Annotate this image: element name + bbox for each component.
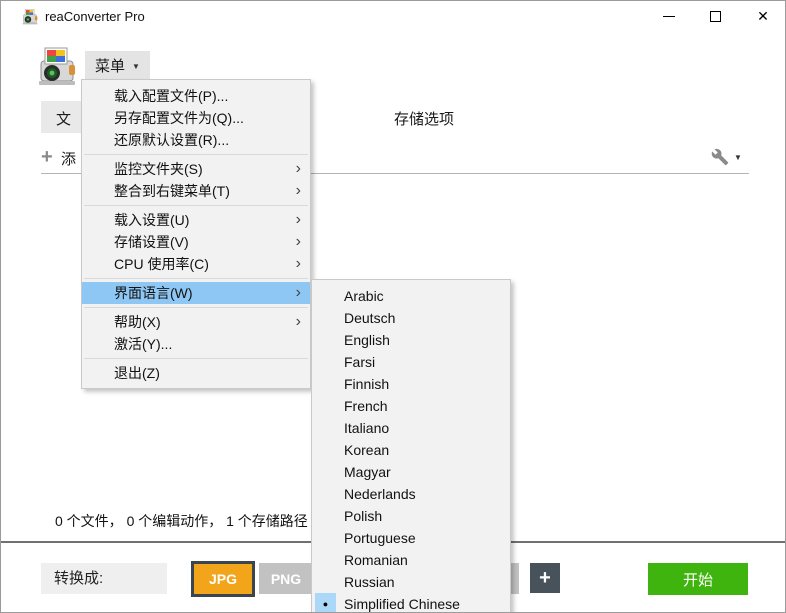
language-item-finnish[interactable]: Finnish [312, 373, 510, 395]
menu-item-save-settings[interactable]: 存储设置(V)› [82, 231, 310, 253]
language-item-english[interactable]: English [312, 329, 510, 351]
menu-button-label: 菜单 [95, 55, 125, 76]
menu-item-load-profile[interactable]: 载入配置文件(P)... [82, 85, 310, 107]
main-menu-dropdown: 载入配置文件(P)... 另存配置文件为(Q)... 还原默认设置(R)... … [81, 79, 311, 389]
app-icon [21, 8, 39, 26]
menu-separator [84, 205, 308, 206]
submenu-arrow-icon: › [296, 311, 301, 332]
titlebar: reaConverter Pro ✕ [1, 1, 785, 33]
tab-storage-options[interactable]: 存储选项 [394, 108, 454, 129]
maximize-button[interactable] [698, 1, 732, 31]
format-button-jpg[interactable]: JPG [191, 561, 255, 597]
maximize-icon [710, 11, 721, 22]
wrench-icon [711, 148, 729, 166]
language-item-korean[interactable]: Korean [312, 439, 510, 461]
start-button[interactable]: 开始 [648, 563, 748, 595]
tab-files-label: 文 [56, 108, 71, 129]
menu-item-exit[interactable]: 退出(Z) [82, 362, 310, 384]
menu-item-interface-language[interactable]: 界面语言(W)› [82, 282, 310, 304]
submenu-arrow-icon: › [296, 253, 301, 274]
language-item-polish[interactable]: Polish [312, 505, 510, 527]
chevron-down-icon: ▼ [132, 60, 140, 71]
menu-item-activate[interactable]: 激活(Y)... [82, 333, 310, 355]
language-item-simplified-chinese[interactable]: ● Simplified Chinese [312, 593, 510, 613]
tab-files[interactable]: 文 [41, 101, 83, 133]
add-files-label[interactable]: 添 [61, 148, 76, 169]
menu-item-load-settings[interactable]: 载入设置(U)› [82, 209, 310, 231]
format-button-png[interactable]: PNG [259, 563, 313, 594]
language-item-portuguese[interactable]: Portuguese [312, 527, 510, 549]
menu-separator [84, 358, 308, 359]
language-item-farsi[interactable]: Farsi [312, 351, 510, 373]
add-files-plus-icon[interactable]: + [41, 147, 53, 167]
language-item-italiano[interactable]: Italiano [312, 417, 510, 439]
add-format-button[interactable]: + [530, 563, 560, 593]
close-icon: ✕ [757, 9, 769, 23]
convert-to-label: 转换成: [41, 563, 167, 594]
window-title: reaConverter Pro [45, 9, 145, 24]
menu-item-cpu-usage[interactable]: CPU 使用率(C)› [82, 253, 310, 275]
app-window: reaConverter Pro ✕ 菜单 ▼ 文 存储选项 + 添 ▼ 0 个… [0, 0, 786, 613]
menu-item-context-menu-integration[interactable]: 整合到右键菜单(T)› [82, 180, 310, 202]
language-item-nederlands[interactable]: Nederlands [312, 483, 510, 505]
submenu-arrow-icon: › [296, 158, 301, 179]
submenu-arrow-icon: › [296, 180, 301, 201]
menu-item-help[interactable]: 帮助(X)› [82, 311, 310, 333]
language-item-french[interactable]: French [312, 395, 510, 417]
minimize-button[interactable] [652, 1, 686, 31]
radio-dot-icon: ● [323, 600, 328, 609]
submenu-arrow-icon: › [296, 282, 301, 303]
language-submenu: Arabic Deutsch English Farsi Finnish Fre… [311, 279, 511, 613]
status-summary: 0 个文件， 0 个编辑动作， 1 个存储路径 [55, 511, 308, 531]
main-menu-button[interactable]: 菜单 ▼ [85, 51, 150, 80]
close-button[interactable]: ✕ [746, 1, 780, 31]
language-item-arabic[interactable]: Arabic [312, 285, 510, 307]
language-item-deutsch[interactable]: Deutsch [312, 307, 510, 329]
settings-wrench-button[interactable]: ▼ [711, 148, 742, 166]
plus-icon: + [539, 567, 551, 590]
menu-item-restore-defaults[interactable]: 还原默认设置(R)... [82, 129, 310, 151]
menu-item-save-profile-as[interactable]: 另存配置文件为(Q)... [82, 107, 310, 129]
menu-separator [84, 307, 308, 308]
submenu-arrow-icon: › [296, 209, 301, 230]
app-logo-icon [35, 45, 79, 89]
language-item-romanian[interactable]: Romanian [312, 549, 510, 571]
menu-separator [84, 278, 308, 279]
minimize-icon [663, 16, 675, 17]
selected-language-highlight: ● [315, 593, 336, 613]
language-item-russian[interactable]: Russian [312, 571, 510, 593]
chevron-down-icon: ▼ [734, 153, 742, 162]
menu-item-watch-folders[interactable]: 监控文件夹(S)› [82, 158, 310, 180]
menu-separator [84, 154, 308, 155]
language-item-magyar[interactable]: Magyar [312, 461, 510, 483]
submenu-arrow-icon: › [296, 231, 301, 252]
